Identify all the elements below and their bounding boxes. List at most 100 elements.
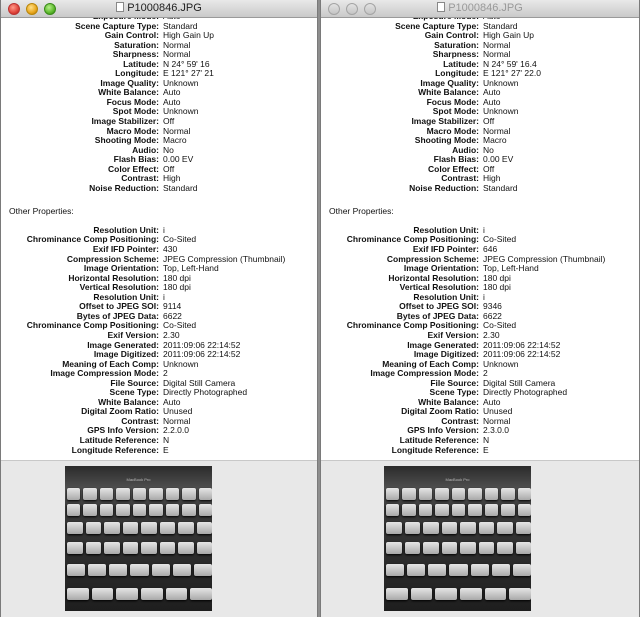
property-row: Contrast: Normal xyxy=(321,416,639,427)
keyboard-row xyxy=(65,522,212,534)
keyboard-key xyxy=(88,564,107,576)
property-label: Noise Reduction: xyxy=(89,182,159,193)
keyboard-key xyxy=(196,542,212,554)
property-row: Macro Mode: Normal xyxy=(1,126,317,137)
property-row: Spot Mode: Unknown xyxy=(321,107,639,117)
property-row: Image Quality: Unknown xyxy=(1,78,317,89)
property-row: Resolution Unit: i xyxy=(1,292,317,303)
keyboard-key xyxy=(509,588,531,600)
keyboard-key xyxy=(91,588,114,600)
property-row: Focus Mode: Auto xyxy=(1,97,317,108)
property-row: Noise Reduction: Standard xyxy=(1,182,317,194)
property-row: Compression Scheme: JPEG Compression (Thu… xyxy=(321,254,639,265)
property-row: Saturation: Normal xyxy=(1,40,317,51)
keyboard-key xyxy=(460,588,482,600)
keyboard-key xyxy=(67,588,89,600)
keyboard-key xyxy=(441,522,457,534)
property-row: Scene Type: Directly Photographed xyxy=(1,388,317,398)
properties-list[interactable]: Exposure Mode:AutoScene Capture Type:Sta… xyxy=(321,12,639,460)
keyboard-key xyxy=(449,564,468,576)
keyboard-key xyxy=(104,542,120,554)
keyboard-key xyxy=(428,564,447,576)
property-row: Latitude Reference: N xyxy=(1,435,317,446)
property-row: Chrominance Comp Positioning: Co-Sited xyxy=(321,321,639,331)
property-row: Horizontal Resolution: 180 dpi xyxy=(321,273,639,284)
property-row: GPS Info Version: 2.2.0.0 xyxy=(1,426,317,436)
keyboard-key xyxy=(512,564,531,576)
property-row: Latitude Reference: N xyxy=(321,435,639,446)
keyboard-key xyxy=(122,542,138,554)
keyboard-key xyxy=(85,542,101,554)
other-properties: Resolution Unit: i Chrominance Comp Positi… xyxy=(1,225,317,456)
keyboard-key xyxy=(451,504,466,516)
property-label: Noise Reduction: xyxy=(409,182,479,193)
keyboard-key xyxy=(497,542,513,554)
property-row: Contrast: High xyxy=(1,174,317,184)
property-row: Longitude: E 121° 27' 22.0 xyxy=(321,69,639,79)
keyboard-key xyxy=(83,488,97,500)
keyboard-key xyxy=(423,522,439,534)
property-value: 180 dpi xyxy=(483,282,511,293)
property-row: Image Generated: 2011:09:06 22:14:52 xyxy=(321,340,639,351)
photo-preview: MacBook Pro xyxy=(384,466,531,611)
keyboard-key xyxy=(470,564,489,576)
property-row: Longitude Reference: E xyxy=(1,445,317,456)
keyboard-key xyxy=(460,522,476,534)
keyboard-row xyxy=(384,504,531,516)
property-row: White Balance: Auto xyxy=(1,88,317,98)
keyboard-key xyxy=(402,504,416,516)
property-row: Exif Version: 2.30 xyxy=(321,330,639,341)
keyboard-key xyxy=(198,504,212,516)
keyboard-key xyxy=(182,504,196,516)
properties-list[interactable]: Exposure Mode:AutoScene Capture Type:Sta… xyxy=(1,12,317,460)
main-properties: Exposure Mode:AutoScene Capture Type:Sta… xyxy=(321,12,639,193)
title-bar[interactable]: P1000846.JPG xyxy=(1,0,317,18)
property-row: White Balance: Auto xyxy=(321,397,639,408)
property-value: 180 dpi xyxy=(163,282,191,293)
window-title-text: P1000846.JPG xyxy=(448,2,523,14)
property-row: File Source: Digital Still Camera xyxy=(1,378,317,389)
keyboard-key xyxy=(484,488,499,500)
property-row: Vertical Resolution: 180 dpi xyxy=(1,283,317,293)
property-row: Meaning of Each Comp: Unknown xyxy=(1,359,317,370)
keyboard-key xyxy=(165,488,180,500)
keyboard-row xyxy=(384,488,531,500)
keyboard-key xyxy=(182,488,196,500)
keyboard-key xyxy=(141,522,157,534)
keyboard-key xyxy=(116,588,139,600)
keyboard-row xyxy=(384,564,531,576)
main-properties: Exposure Mode:AutoScene Capture Type:Sta… xyxy=(1,12,317,193)
keyboard-key xyxy=(190,588,212,600)
keyboard-key xyxy=(386,488,400,500)
keyboard-key xyxy=(497,522,513,534)
keyboard-key xyxy=(386,522,402,534)
keyboard-key xyxy=(460,542,476,554)
property-value: E xyxy=(483,444,489,455)
keyboard-key xyxy=(478,522,494,534)
property-row: Offset to JPEG SOI: 9346 xyxy=(321,302,639,312)
photo-brand-text: MacBook Pro xyxy=(445,477,470,482)
keyboard-row xyxy=(65,588,212,600)
property-row: Shooting Mode: Macro xyxy=(1,136,317,146)
window-title-text: P1000846.JPG xyxy=(127,2,202,14)
keyboard-key xyxy=(423,542,439,554)
property-row: Contrast: Normal xyxy=(1,416,317,427)
property-row: Gain Control: High Gain Up xyxy=(321,31,639,41)
property-row: Flash Bias: 0.00 EV xyxy=(1,155,317,165)
window-title: P1000846.JPG xyxy=(1,2,317,14)
property-row: Scene Capture Type: Standard xyxy=(321,21,639,32)
keyboard-key xyxy=(83,504,97,516)
property-row: Latitude: N 24° 59' 16 xyxy=(1,59,317,70)
keyboard-row xyxy=(65,564,212,576)
property-row: Horizontal Resolution: 180 dpi xyxy=(1,273,317,284)
keyboard-key xyxy=(435,588,458,600)
keyboard-key xyxy=(67,564,86,576)
keyboard-key xyxy=(99,504,114,516)
keyboard-key xyxy=(172,564,191,576)
image-preview-pane: MacBook Pro xyxy=(321,460,639,617)
property-row: Image Compression Mode: 2 xyxy=(321,369,639,379)
property-row: Longitude Reference: E xyxy=(321,444,639,456)
keyboard-key xyxy=(104,522,120,534)
title-bar[interactable]: P1000846.JPG xyxy=(321,0,639,18)
property-row: Image Orientation: Top, Left-Hand xyxy=(321,264,639,274)
